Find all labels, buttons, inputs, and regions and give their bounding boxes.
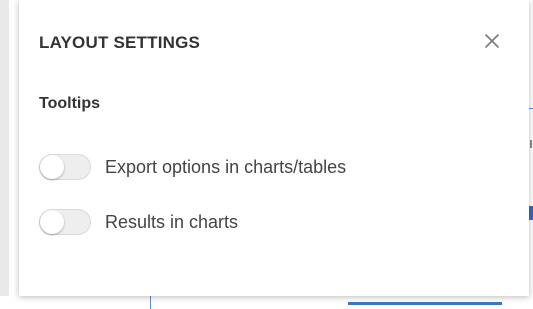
panel-title: LAYOUT SETTINGS — [39, 33, 201, 52]
toggle-knob — [40, 210, 64, 234]
background-edge-mark — [529, 206, 533, 220]
close-button[interactable] — [481, 30, 503, 52]
tooltips-heading: Tooltips — [39, 95, 101, 112]
toggle-row-results-in-charts[interactable]: Results in charts — [39, 207, 238, 237]
toggle-knob — [40, 155, 64, 179]
results-in-charts-toggle[interactable] — [39, 209, 91, 235]
layout-settings-panel: LAYOUT SETTINGS Tooltips Export options … — [19, 0, 529, 296]
export-options-toggle[interactable] — [39, 154, 91, 180]
background-active-bar — [348, 302, 502, 305]
background-left-strip — [0, 0, 9, 300]
close-icon — [485, 34, 499, 48]
export-options-label: Export options in charts/tables — [105, 156, 347, 177]
results-in-charts-label: Results in charts — [105, 211, 239, 232]
toggle-row-export-options[interactable]: Export options in charts/tables — [39, 152, 346, 182]
background-divider-line — [150, 296, 151, 309]
background-edge-mark — [530, 140, 532, 148]
